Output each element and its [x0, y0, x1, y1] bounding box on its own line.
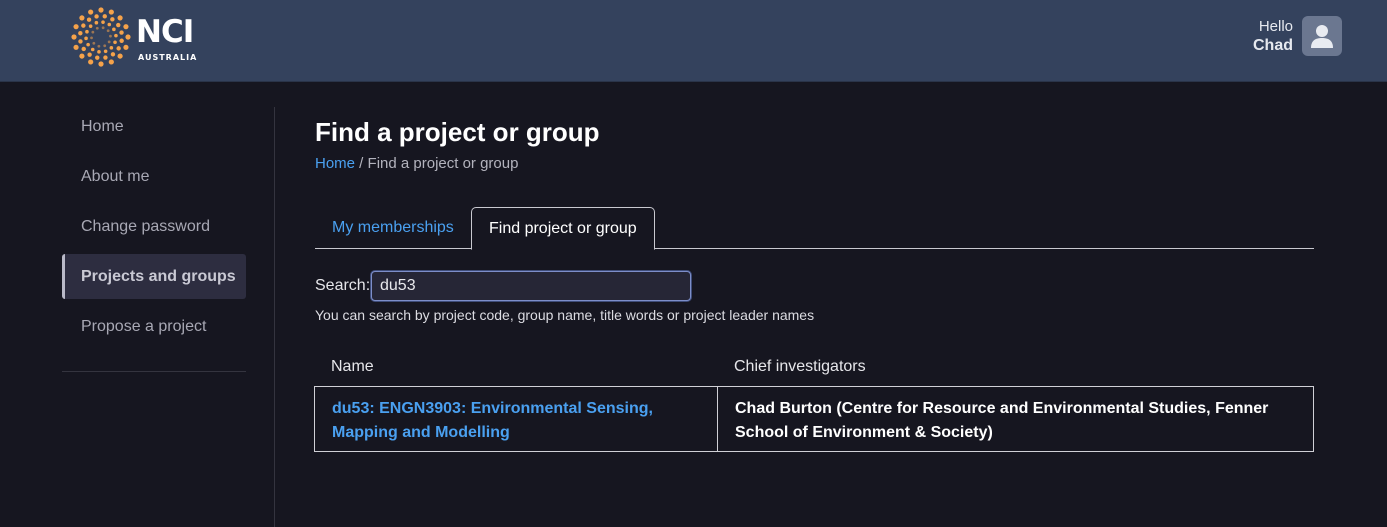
sidebar-item-change-password[interactable]: Change password: [62, 204, 246, 249]
sidebar-item-propose-a-project[interactable]: Propose a project: [62, 304, 246, 349]
tab-find-project-or-group[interactable]: Find project or group: [471, 207, 655, 250]
column-header-name: Name: [331, 357, 374, 375]
results-table: Name Chief investigators du53: ENGN3903:…: [314, 347, 1314, 452]
logo-subtitle: AUSTRALIA: [138, 53, 198, 62]
search-input[interactable]: [371, 271, 691, 301]
nci-logo[interactable]: NCI AUSTRALIA: [70, 6, 210, 68]
search-hint: You can search by project code, group na…: [315, 307, 815, 323]
breadcrumb-separator: /: [355, 155, 368, 172]
breadcrumb-home-link[interactable]: Home: [315, 155, 355, 172]
greeting-hello: Hello: [1258, 18, 1293, 35]
search-label: Search:: [315, 277, 371, 294]
tab-my-memberships[interactable]: My memberships: [315, 207, 471, 249]
project-name-link[interactable]: du53: ENGN3903: Environmental Sensing, M…: [315, 387, 718, 451]
nci-logo-mark-icon: [71, 7, 131, 67]
user-menu[interactable]: Hello Chad: [1253, 16, 1342, 56]
avatar[interactable]: [1302, 16, 1342, 56]
page-title: Find a project or group: [315, 117, 600, 147]
sidebar-item-projects-and-groups[interactable]: Projects and groups: [62, 254, 246, 299]
tab-bar: My memberships Find project or group: [315, 207, 1314, 250]
sidebar-nav: Home About me Change password Projects a…: [62, 104, 246, 354]
sidebar-divider: [62, 371, 246, 372]
logo-wordmark: NCI: [136, 14, 194, 50]
user-icon: [1311, 25, 1333, 48]
user-name: Chad: [1253, 37, 1293, 54]
results-header-row: Name Chief investigators: [314, 347, 1314, 386]
column-header-chief-investigators: Chief investigators: [734, 357, 866, 375]
breadcrumb: Home / Find a project or group: [315, 155, 518, 172]
sidebar-vertical-rule: [274, 107, 275, 527]
breadcrumb-current: Find a project or group: [367, 155, 519, 172]
user-greeting: Hello Chad: [1253, 17, 1293, 55]
sidebar-item-home[interactable]: Home: [62, 104, 246, 149]
table-row: du53: ENGN3903: Environmental Sensing, M…: [314, 386, 1314, 452]
chief-investigators-cell: Chad Burton (Centre for Resource and Env…: [735, 400, 1269, 441]
sidebar-item-about-me[interactable]: About me: [62, 154, 246, 199]
top-header: NCI AUSTRALIA Hello Chad: [0, 0, 1387, 82]
